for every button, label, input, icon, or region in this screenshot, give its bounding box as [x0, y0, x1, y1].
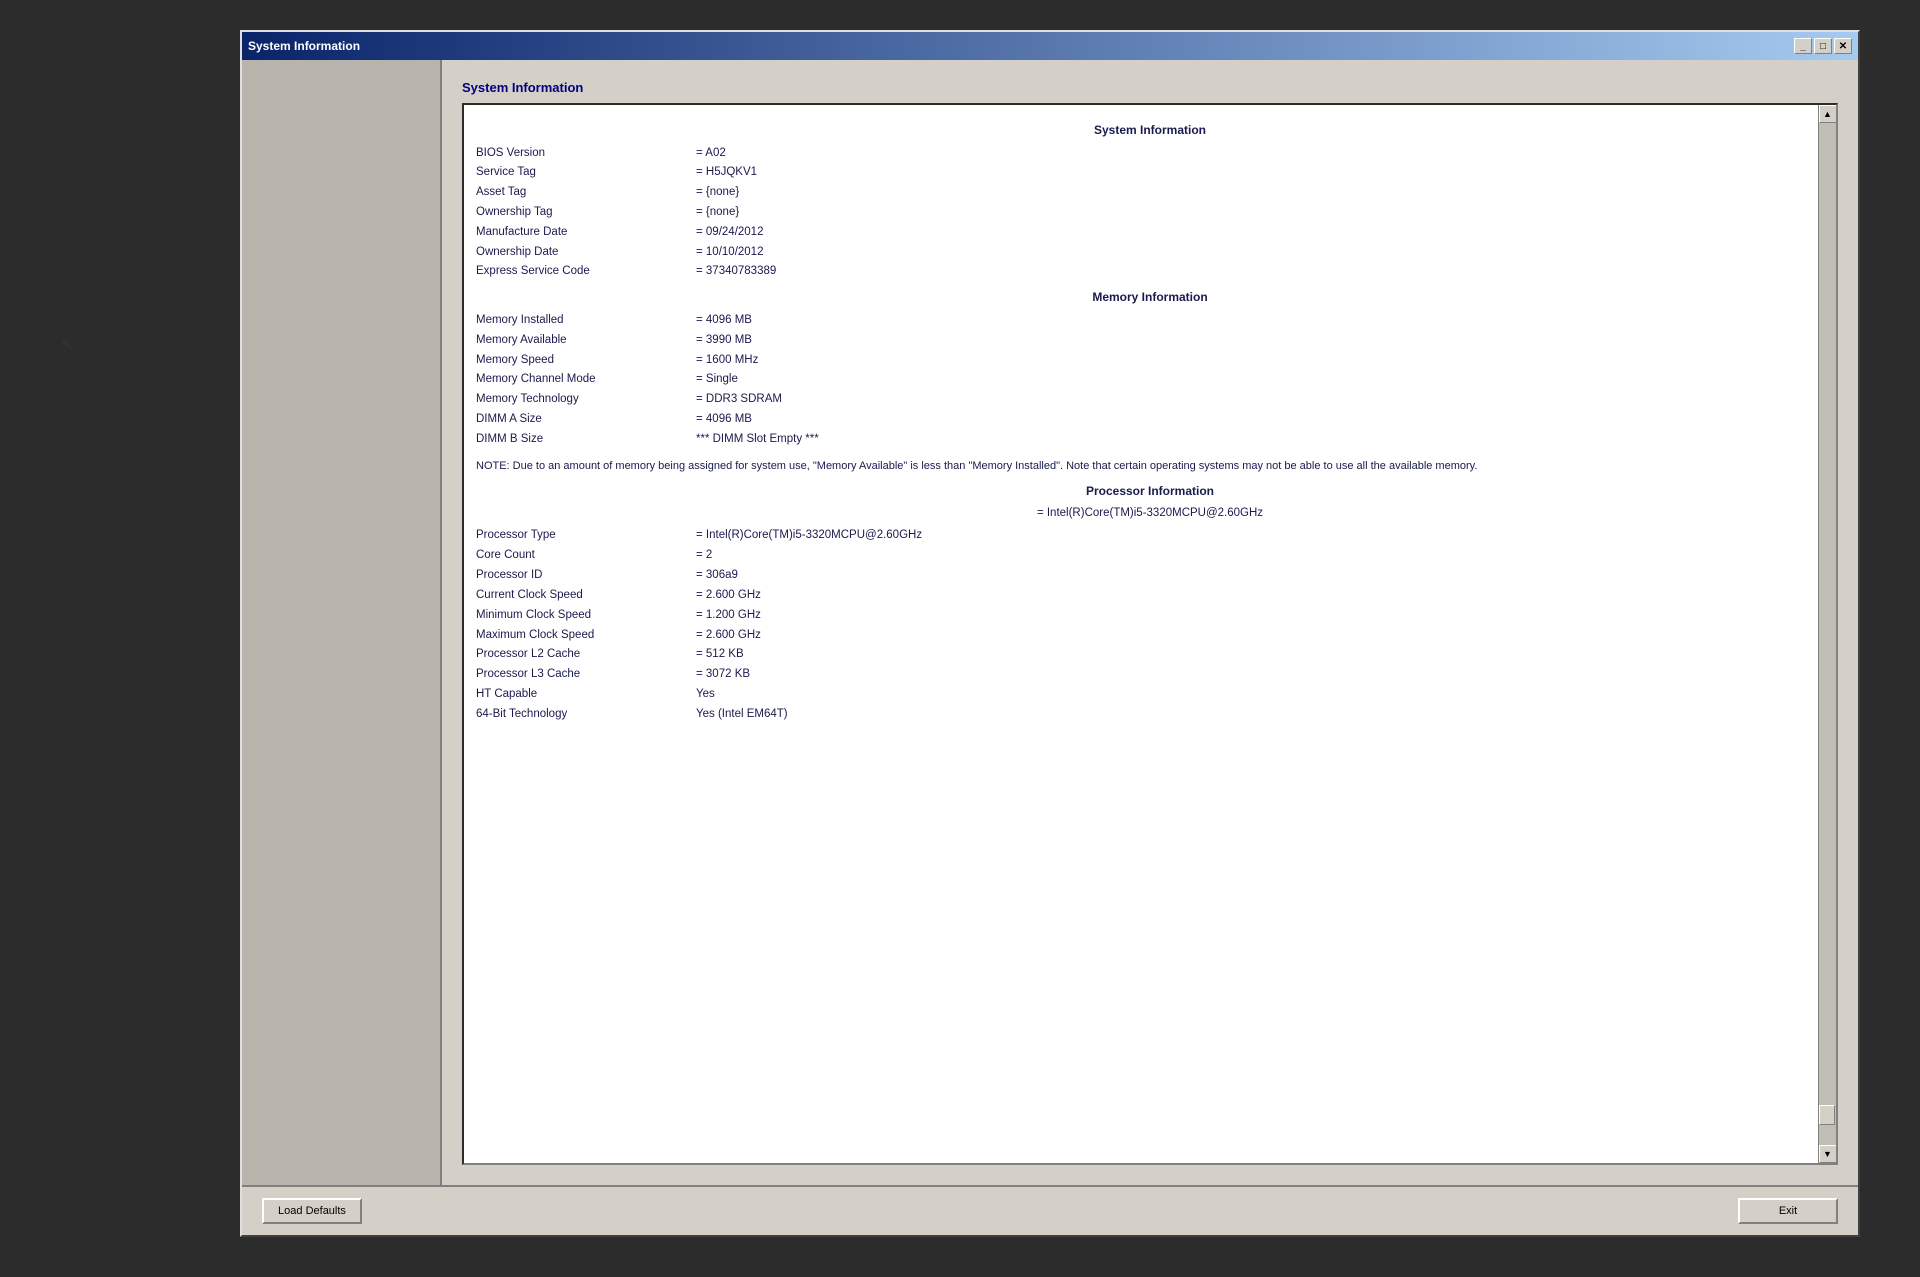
core-count-value: = 2	[696, 546, 1824, 566]
bios-version-label: BIOS Version	[476, 144, 696, 164]
left-panel	[242, 60, 442, 1185]
bottom-right-buttons: Exit	[1738, 1198, 1838, 1224]
memory-technology-label: Memory Technology	[476, 390, 696, 410]
minimum-clock-speed-value: = 1.200 GHz	[696, 606, 1824, 626]
system-info-table: BIOS Version = A02 Service Tag = H5JQKV1…	[476, 144, 1824, 283]
processor-id-label: Processor ID	[476, 566, 696, 586]
scrollable-content: System Information BIOS Version = A02 Se…	[464, 105, 1836, 1163]
ht-capable-value: Yes	[696, 685, 1824, 705]
service-tag-value: = H5JQKV1	[696, 163, 1824, 183]
processor-l2-cache-value: = 512 KB	[696, 645, 1824, 665]
dimm-a-size-value: = 4096 MB	[696, 410, 1824, 430]
ownership-date-label: Ownership Date	[476, 243, 696, 263]
scroll-up-button[interactable]: ▲	[1819, 105, 1837, 123]
load-defaults-button[interactable]: Load Defaults	[262, 1198, 362, 1224]
window-content: System Information System Information BI…	[242, 60, 1858, 1185]
bios-version-value: = A02	[696, 144, 1824, 164]
asset-tag-label: Asset Tag	[476, 183, 696, 203]
maximum-clock-speed-value: = 2.600 GHz	[696, 626, 1824, 646]
processor-type-label: Processor Type	[476, 526, 696, 546]
processor-id-value: = 306a9	[696, 566, 1824, 586]
manufacture-date-value: = 09/24/2012	[696, 223, 1824, 243]
processor-name: = Intel(R)Core(TM)i5-3320MCPU@2.60GHz	[476, 505, 1824, 523]
scrollbar[interactable]: ▲ ▼	[1818, 105, 1836, 1163]
express-service-code-value: = 37340783389	[696, 262, 1824, 282]
memory-speed-value: = 1600 MHz	[696, 351, 1824, 371]
processor-info-table: Processor Type = Intel(R)Core(TM)i5-3320…	[476, 526, 1824, 724]
bottom-left-buttons: Load Defaults	[262, 1198, 362, 1224]
scroll-down-button[interactable]: ▼	[1819, 1145, 1837, 1163]
express-service-code-label: Express Service Code	[476, 262, 696, 282]
processor-section-header: Processor Information	[476, 482, 1824, 501]
memory-speed-label: Memory Speed	[476, 351, 696, 371]
memory-technology-value: = DDR3 SDRAM	[696, 390, 1824, 410]
ownership-tag-value: = {none}	[696, 203, 1824, 223]
scroll-thumb[interactable]	[1819, 1105, 1835, 1125]
current-clock-speed-label: Current Clock Speed	[476, 586, 696, 606]
maximize-button[interactable]: □	[1814, 38, 1832, 54]
memory-section-header: Memory Information	[476, 288, 1824, 307]
asset-tag-value: = {none}	[696, 183, 1824, 203]
64bit-technology-value: Yes (Intel EM64T)	[696, 705, 1824, 725]
title-bar: System Information _ □ ✕	[242, 32, 1858, 60]
ownership-date-value: = 10/10/2012	[696, 243, 1824, 263]
64bit-technology-label: 64-Bit Technology	[476, 705, 696, 725]
service-tag-label: Service Tag	[476, 163, 696, 183]
mouse-cursor: ↖	[60, 335, 75, 356]
memory-channel-mode-label: Memory Channel Mode	[476, 370, 696, 390]
bottom-bar: Load Defaults Exit	[242, 1185, 1858, 1235]
memory-installed-value: = 4096 MB	[696, 311, 1824, 331]
maximum-clock-speed-label: Maximum Clock Speed	[476, 626, 696, 646]
memory-note: NOTE: Due to an amount of memory being a…	[476, 458, 1824, 475]
info-box: System Information BIOS Version = A02 Se…	[462, 103, 1838, 1165]
ht-capable-label: HT Capable	[476, 685, 696, 705]
processor-type-value: = Intel(R)Core(TM)i5-3320MCPU@2.60GHz	[696, 526, 1824, 546]
main-area: System Information System Information BI…	[442, 60, 1858, 1185]
manufacture-date-label: Manufacture Date	[476, 223, 696, 243]
dimm-b-size-value: *** DIMM Slot Empty ***	[696, 430, 1824, 450]
processor-l2-cache-label: Processor L2 Cache	[476, 645, 696, 665]
current-clock-speed-value: = 2.600 GHz	[696, 586, 1824, 606]
memory-available-value: = 3990 MB	[696, 331, 1824, 351]
desktop: ↖ System Information _ □ ✕ System Inform…	[0, 0, 1920, 1277]
window-title: System Information	[248, 39, 360, 53]
page-title: System Information	[462, 80, 1838, 95]
dimm-a-size-label: DIMM A Size	[476, 410, 696, 430]
ownership-tag-label: Ownership Tag	[476, 203, 696, 223]
minimize-button[interactable]: _	[1794, 38, 1812, 54]
main-window: System Information _ □ ✕ System Informat…	[240, 30, 1860, 1237]
memory-available-label: Memory Available	[476, 331, 696, 351]
core-count-label: Core Count	[476, 546, 696, 566]
system-section-header: System Information	[476, 121, 1824, 140]
exit-button[interactable]: Exit	[1738, 1198, 1838, 1224]
minimum-clock-speed-label: Minimum Clock Speed	[476, 606, 696, 626]
dimm-b-size-label: DIMM B Size	[476, 430, 696, 450]
window-controls: _ □ ✕	[1794, 38, 1852, 54]
memory-channel-mode-value: = Single	[696, 370, 1824, 390]
memory-info-table: Memory Installed = 4096 MB Memory Availa…	[476, 311, 1824, 450]
close-button[interactable]: ✕	[1834, 38, 1852, 54]
scroll-track[interactable]	[1819, 123, 1836, 1145]
memory-installed-label: Memory Installed	[476, 311, 696, 331]
processor-l3-cache-value: = 3072 KB	[696, 665, 1824, 685]
processor-l3-cache-label: Processor L3 Cache	[476, 665, 696, 685]
